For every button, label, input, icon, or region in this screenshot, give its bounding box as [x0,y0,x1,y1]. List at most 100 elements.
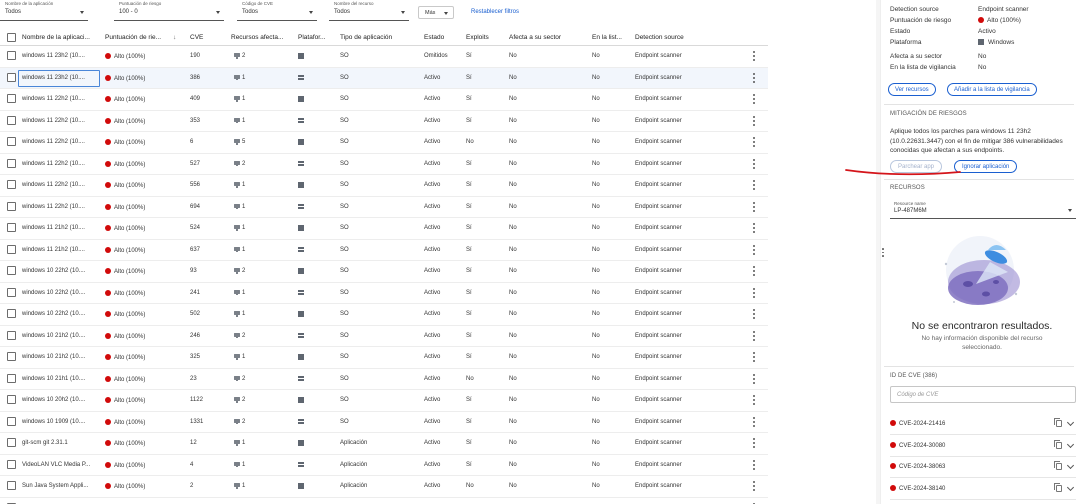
table-row[interactable]: windows 11 22h2 (10.... Alto (100%) 409 1 SO… [0,89,768,111]
row-checkbox[interactable] [7,352,16,361]
copy-icon[interactable] [1054,418,1062,427]
row-checkbox[interactable] [7,223,16,232]
ignore-app-button[interactable]: Ignorar aplicación [954,160,1018,173]
table-row[interactable]: windows 11 22h2 (10.... Alto (100%) 6 5 SO Ac… [0,132,768,154]
chevron-down-icon[interactable] [1066,461,1075,470]
app-name-cell[interactable]: VideoLAN VLC Media P... [22,462,90,468]
row-menu-icon[interactable] [753,201,756,213]
app-name-cell[interactable]: windows 10 21h2 (10.... [22,354,85,360]
app-name-cell[interactable]: windows 11 23h2 (10.... [22,75,85,81]
app-name-cell[interactable]: windows 10 22h2 (10.... [22,311,85,317]
row-checkbox[interactable] [7,287,16,297]
chevron-down-icon[interactable] [1066,418,1075,427]
column-exploits[interactable]: Exploits [466,34,489,41]
copy-icon[interactable] [1054,482,1062,492]
resource-name-select[interactable]: Resource name LP-487M6M [890,200,1076,219]
row-menu-icon[interactable] [753,373,756,385]
filter-resource-name[interactable]: Nombre del recurso Todos [329,1,409,21]
table-row[interactable]: windows 10 22h2 (10.... Alto (100%) 502 1 SO… [0,304,768,326]
column-detection-source[interactable]: Detection source [635,34,684,41]
table-row[interactable]: windows 11 22h2 (10.... Alto (100%) 527 2 SO… [0,154,768,175]
row-menu-icon[interactable] [753,395,756,406]
row-checkbox[interactable] [7,94,16,103]
table-row[interactable]: PostgreSQL PostgreSQ...Alto (100%)261Apl… [0,498,768,504]
row-checkbox[interactable] [7,459,16,469]
row-checkbox[interactable] [7,416,16,426]
column-affects-sector[interactable]: Afecta a su sector [509,34,561,41]
row-checkbox[interactable] [7,180,16,189]
row-checkbox[interactable] [7,158,16,168]
row-menu-icon[interactable] [753,459,756,471]
column-platform[interactable]: Platafor... [298,34,325,41]
table-row[interactable]: windows 11 22h2 (10.... Alto (100%) 353 1 SO… [0,111,768,132]
column-status[interactable]: Estado [424,34,444,41]
table-row[interactable]: windows 11 23h2 (10.... Alto (100%) 386 1 SO… [0,67,768,89]
table-row[interactable]: Sun Java System Appli... Alto (100%) 2 1 Apl… [0,476,768,498]
row-checkbox[interactable] [7,309,16,318]
table-row[interactable]: windows 10 1909 (10.... Alto (100%) 1331 2 S… [0,412,768,433]
app-name-cell[interactable]: windows 10 20h2 (10.... [22,397,85,403]
row-menu-icon[interactable] [753,244,756,256]
more-filters-button[interactable]: Más [418,6,454,19]
row-menu-icon[interactable] [753,438,756,449]
drag-handle-icon[interactable] [882,248,885,262]
table-row[interactable]: windows 10 22h2 (10.... Alto (100%) 241 1 SO… [0,283,768,304]
copy-icon[interactable] [1054,461,1062,470]
row-checkbox[interactable] [7,244,16,254]
app-name-cell[interactable]: windows 11 22h2 (10.... [22,161,85,167]
copy-icon[interactable] [1054,439,1062,449]
row-menu-icon[interactable] [753,309,756,320]
row-menu-icon[interactable] [753,266,756,277]
filter-app-name[interactable]: Nombre de la aplicación Todos [0,1,88,21]
row-checkbox[interactable] [7,51,16,60]
row-menu-icon[interactable] [753,223,756,234]
column-app-name[interactable]: Nombre de la aplicaci... [22,34,90,41]
row-menu-icon[interactable] [753,330,756,342]
app-name-cell[interactable]: windows 11 22h2 (10.... [22,204,85,210]
table-row[interactable]: git-scm git 2.31.1 Alto (100%) 12 1 Aplicaci… [0,433,768,455]
cve-search-input[interactable]: Código de CVE [890,386,1076,403]
column-risk-score[interactable]: Puntuación de rie... [105,34,161,41]
column-app-type[interactable]: Tipo de aplicación [340,34,392,41]
row-checkbox[interactable] [7,137,16,146]
chevron-down-icon[interactable] [1066,483,1075,491]
row-menu-icon[interactable] [753,72,756,84]
cve-list-item[interactable]: CVE-2024-38063 [890,457,1076,478]
row-menu-icon[interactable] [753,94,756,105]
row-checkbox[interactable] [7,266,16,275]
app-name-cell[interactable]: windows 11 21h2 (10.... [22,247,85,253]
reset-filters-link[interactable]: Restablecer filtros [471,9,519,15]
row-checkbox[interactable] [7,373,16,383]
cve-list-item[interactable]: CVE-2024-21416 [890,414,1076,435]
table-row[interactable]: windows 11 22h2 (10.... Alto (100%) 694 1 SO… [0,197,768,218]
filter-risk-score[interactable]: Puntuación de riesgo 100 - 0 [114,1,224,21]
row-menu-icon[interactable] [753,158,756,170]
chevron-down-icon[interactable] [1066,440,1075,448]
row-menu-icon[interactable] [753,352,756,363]
row-checkbox[interactable] [7,201,16,211]
cve-list-item[interactable]: CVE-2024-30080 [890,436,1076,457]
table-row[interactable]: windows 11 22h2 (10.... Alto (100%) 556 1 SO… [0,175,768,197]
app-name-cell[interactable]: git-scm git 2.31.1 [22,440,68,446]
app-name-cell[interactable]: windows 10 22h2 (10.... [22,290,85,296]
row-menu-icon[interactable] [753,287,756,299]
table-row[interactable]: windows 11 23h2 (10.... Alto (100%) 190 2 SO… [0,46,768,68]
add-to-watchlist-button[interactable]: Añadir a la lista de vigilancia [947,83,1037,96]
row-menu-icon[interactable] [753,137,756,148]
row-menu-icon[interactable] [753,416,756,428]
row-checkbox[interactable] [7,330,16,340]
table-row[interactable]: windows 11 21h2 (10.... Alto (100%) 524 1 SO… [0,218,768,240]
select-all-checkbox[interactable] [7,33,16,42]
column-cve[interactable]: CVE [190,34,203,41]
row-checkbox[interactable] [7,438,16,447]
row-menu-icon[interactable] [753,481,756,492]
cve-list-item[interactable]: CVE-2024-38140 [890,479,1076,500]
row-menu-icon[interactable] [753,115,756,127]
app-name-cell[interactable]: windows 10 1909 (10.... [22,419,85,425]
table-row[interactable]: windows 11 21h2 (10.... Alto (100%) 637 1 SO… [0,240,768,261]
app-name-cell[interactable]: windows 11 22h2 (10.... [22,118,85,124]
sort-arrow-icon[interactable]: ↓ [173,34,176,41]
app-name-cell[interactable]: windows 11 22h2 (10.... [22,96,85,102]
column-affected-assets[interactable]: Recursos afecta... [231,34,283,41]
app-name-cell[interactable]: windows 11 22h2 (10.... [22,182,85,188]
